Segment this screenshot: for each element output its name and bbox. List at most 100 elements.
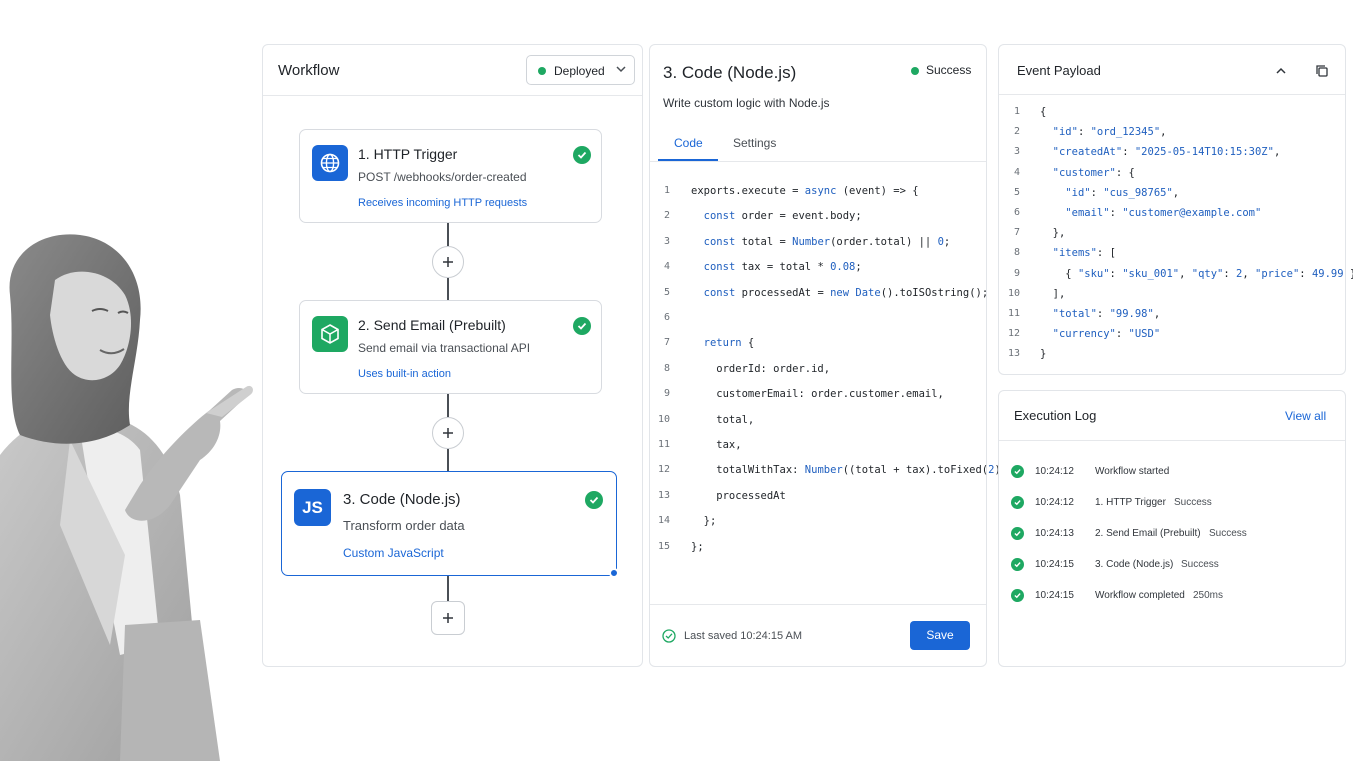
node-link[interactable]: Uses built-in action <box>358 368 451 380</box>
line-number: 7 <box>1013 227 1020 239</box>
line-number: 14 <box>657 515 670 527</box>
workflow-node-send-email[interactable]: 2. Send Email (Prebuilt) Send email via … <box>299 300 602 394</box>
connector-line <box>447 576 449 601</box>
add-step-button[interactable] <box>431 601 465 635</box>
line-number: 1 <box>663 185 670 196</box>
code-text: const processedAt = new Date().toISOstri… <box>703 286 989 299</box>
node-subtitle: Transform order data <box>343 518 465 533</box>
node-subtitle: Send email via transactional API <box>358 341 531 355</box>
line-number: 9 <box>1013 267 1020 279</box>
line-number: 8 <box>1013 247 1020 259</box>
copy-icon[interactable] <box>1315 64 1329 78</box>
line-number: 2 <box>663 210 670 222</box>
execution-log-title: Execution Log <box>1014 408 1097 423</box>
status-dot <box>911 67 919 75</box>
line-number: 11 <box>657 439 670 450</box>
json-text: ], <box>1040 287 1066 300</box>
log-time: 10:24:15 <box>1035 590 1074 601</box>
node-title: 3. Code (Node.js) <box>343 491 461 508</box>
code-status: Success <box>926 63 972 77</box>
node-link[interactable]: Receives incoming HTTP requests <box>358 197 527 209</box>
line-number: 4 <box>1013 166 1020 178</box>
node-title: 2. Send Email (Prebuilt) <box>358 317 506 333</box>
log-row: 10:24:15 3. Code (Node.js) Success <box>999 555 1345 573</box>
line-number: 13 <box>657 489 670 501</box>
success-check-icon <box>585 491 603 509</box>
line-number: 15 <box>657 540 670 552</box>
event-payload-header: Event Payload <box>999 45 1345 95</box>
code-text: return { <box>703 337 755 350</box>
log-time: 10:24:12 <box>1035 466 1074 477</box>
line-number: 6 <box>663 312 670 323</box>
connector-line <box>447 394 449 417</box>
code-text: total, <box>691 413 755 426</box>
workflow-node-code[interactable]: JS 3. Code (Node.js) Transform order dat… <box>281 471 619 578</box>
log-row: 10:24:12 Workflow started <box>999 462 1345 480</box>
chevron-up-icon[interactable] <box>1275 65 1287 77</box>
line-number: 8 <box>663 362 670 374</box>
json-text: "total": "99.98", <box>1052 308 1161 320</box>
json-text: "currency": "USD" <box>1052 328 1161 341</box>
deploy-status-dropdown[interactable]: Deployed <box>526 55 635 85</box>
code-text: const order = event.body; <box>703 210 862 223</box>
log-status: Success <box>1181 559 1219 570</box>
code-text: }; <box>691 515 717 528</box>
json-text: "customer": { <box>1052 166 1135 179</box>
save-button[interactable]: Save <box>910 621 970 650</box>
log-message: 3. Code (Node.js) <box>1095 559 1174 570</box>
json-text: } <box>1040 348 1047 361</box>
tab-code[interactable]: Code <box>674 136 703 150</box>
success-check-icon <box>1011 465 1024 478</box>
workflow-node-http-trigger[interactable]: 1. HTTP Trigger POST /webhooks/order-cre… <box>299 129 602 223</box>
json-text: { <box>1040 106 1047 118</box>
log-message: 2. Send Email (Prebuilt) <box>1095 528 1201 539</box>
resize-handle[interactable] <box>609 568 619 578</box>
view-all-link[interactable]: View all <box>1285 409 1326 423</box>
line-number: 7 <box>663 337 670 349</box>
deployed-status-dot <box>538 67 546 75</box>
log-message: Workflow completed <box>1095 590 1185 601</box>
line-number: 6 <box>1013 207 1020 218</box>
tab-settings[interactable]: Settings <box>733 136 776 150</box>
json-text: }, <box>1040 227 1066 240</box>
code-tabs: Code Settings <box>650 125 986 162</box>
code-text: const tax = total * 0.08; <box>703 261 862 274</box>
line-number: 10 <box>657 413 670 425</box>
line-number: 11 <box>1007 308 1020 319</box>
line-number: 5 <box>1013 186 1020 198</box>
log-time: 10:24:15 <box>1035 559 1074 570</box>
plus-icon <box>443 428 453 438</box>
node-link[interactable]: Custom JavaScript <box>343 546 444 560</box>
success-check-icon <box>573 146 591 164</box>
json-text: "id": "ord_12345", <box>1052 126 1167 139</box>
execution-log-panel: Execution Log View all 10:24:12 Workflow … <box>998 390 1346 667</box>
json-text: "email": "customer@example.com" <box>1065 207 1262 219</box>
success-check-icon <box>1011 496 1024 509</box>
log-message: Workflow started <box>1095 466 1170 477</box>
code-panel: 3. Code (Node.js) Success Write custom l… <box>649 44 1013 667</box>
code-text: orderId: order.id, <box>691 362 831 375</box>
node-subtitle: POST /webhooks/order-created <box>358 170 527 184</box>
workflow-title: Workflow <box>278 62 340 79</box>
connector-line <box>447 223 449 246</box>
plus-icon <box>443 257 453 267</box>
js-icon-label: JS <box>302 498 323 517</box>
line-number: 4 <box>663 261 670 273</box>
json-text: "createdAt": "2025-05-14T10:15:30Z", <box>1052 146 1281 159</box>
log-status: Success <box>1209 528 1247 539</box>
code-text: processedAt <box>691 489 786 502</box>
log-row: 10:24:12 1. HTTP Trigger Success <box>999 493 1345 511</box>
js-icon: JS <box>294 489 331 526</box>
add-step-button[interactable] <box>432 417 464 449</box>
workflow-panel: Workflow Deployed 1. HTTP Trigger POST /… <box>262 44 643 667</box>
plus-icon <box>443 613 453 623</box>
success-check-icon <box>1011 589 1024 602</box>
log-row: 10:24:15 Workflow completed 250ms <box>999 586 1345 604</box>
code-text: const total = Number(order.total) || 0; <box>703 235 951 248</box>
add-step-button[interactable] <box>432 246 464 278</box>
code-text: tax, <box>691 439 742 451</box>
line-number: 5 <box>663 286 670 298</box>
line-number: 2 <box>1013 126 1020 138</box>
saved-check-icon <box>662 629 676 643</box>
event-payload-title: Event Payload <box>1017 63 1101 78</box>
